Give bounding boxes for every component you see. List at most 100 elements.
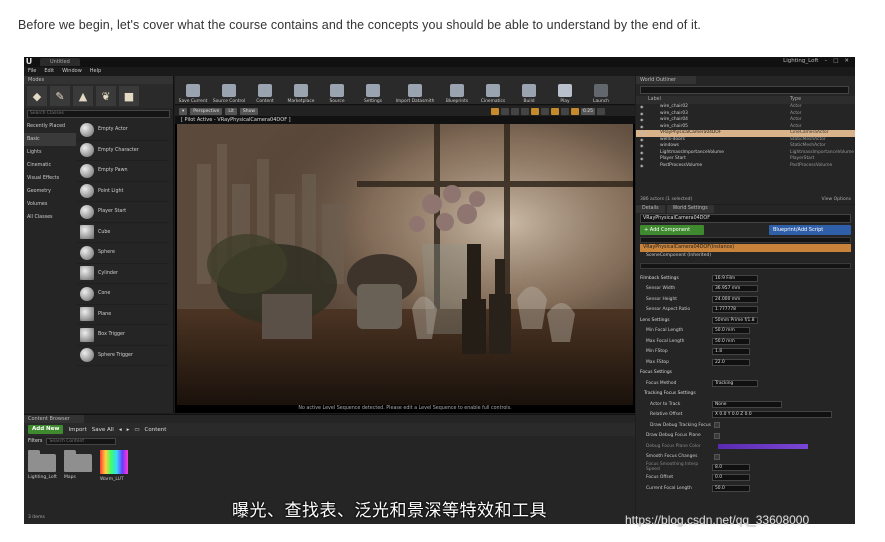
search-classes-input[interactable]: Search Classes — [27, 110, 170, 118]
paint-mode-icon[interactable]: ✎ — [50, 86, 70, 106]
tab-world-settings[interactable]: World Settings — [666, 205, 714, 213]
menu-edit[interactable]: Edit — [44, 67, 54, 76]
scale-snap-icon[interactable] — [570, 107, 579, 115]
outliner-search-input[interactable] — [640, 86, 849, 94]
prop-value[interactable]: 36.957 mm — [712, 285, 758, 293]
checkbox[interactable] — [714, 432, 720, 439]
level-viewport[interactable]: ▾ Perspective Lit Show 0.25 [ Pilot Acti… — [175, 106, 635, 413]
grid-size-icon[interactable] — [540, 107, 549, 115]
list-item[interactable]: Empty Character — [77, 141, 169, 161]
asset-tile[interactable]: Warm_LUT — [100, 450, 130, 482]
list-item[interactable]: Empty Pawn — [77, 161, 169, 182]
prop-value[interactable]: Tracking — [712, 379, 758, 387]
translate-icon[interactable] — [490, 107, 499, 115]
nav-back-icon[interactable]: ◂ — [119, 427, 122, 433]
world-outliner-tab[interactable]: World Outliner — [636, 76, 696, 84]
prop-value[interactable]: 50.0 — [712, 484, 750, 492]
list-item[interactable]: Cylinder — [77, 264, 169, 284]
cinematics-button[interactable]: Cinematics — [475, 76, 511, 105]
component-selected[interactable]: VRayPhysicalCamera04DOF(Instance) — [640, 244, 851, 252]
content-browser-tab[interactable]: Content Browser — [24, 415, 84, 423]
asset-tile[interactable]: Lighting_Loft — [28, 450, 58, 482]
list-item[interactable]: Plane — [77, 305, 169, 325]
category-geometry[interactable]: Geometry — [24, 185, 76, 198]
add-component-button[interactable]: + Add Component — [640, 225, 704, 235]
rotate-icon[interactable] — [500, 107, 509, 115]
perspective-button[interactable]: Perspective — [190, 107, 223, 115]
place-mode-icon[interactable]: ◆ — [27, 86, 47, 106]
close-icon[interactable]: ✕ — [844, 58, 849, 64]
path-content[interactable]: Content — [145, 427, 167, 433]
maximize-viewport-icon[interactable] — [597, 107, 605, 115]
prop-value[interactable]: 1.8 — [712, 348, 750, 356]
prop-value[interactable]: 50.0 mm — [712, 327, 750, 335]
modes-tab[interactable]: Modes — [24, 76, 173, 84]
table-row[interactable]: ◉ PostProcessVolume PostProcessVolume — [636, 163, 855, 170]
category-all-classes[interactable]: All Classes — [24, 211, 76, 224]
grid-snap-icon[interactable] — [530, 107, 539, 115]
category-lights[interactable]: Lights — [24, 146, 76, 159]
show-button[interactable]: Show — [239, 107, 259, 115]
prop-value[interactable]: 0.0 — [712, 474, 750, 482]
view-options-button[interactable]: View Options — [822, 197, 851, 202]
category-cinematic[interactable]: Cinematic — [24, 159, 76, 172]
rendered-scene[interactable] — [177, 124, 633, 405]
color-swatch[interactable] — [718, 443, 808, 449]
component-child[interactable]: SceneComponent (Inherited) — [636, 252, 855, 259]
list-item[interactable]: Sphere — [77, 243, 169, 264]
category-recently-placed[interactable]: Recently Placed — [24, 120, 76, 133]
checkbox[interactable] — [714, 422, 720, 429]
checkbox[interactable] — [714, 453, 720, 460]
component-search-input[interactable] — [640, 237, 851, 243]
launch-button[interactable]: Launch — [583, 76, 619, 105]
prop-value[interactable]: X 0.0 Y 0.0 Z 0.0 — [712, 411, 832, 419]
geometry-mode-icon[interactable]: ■ — [119, 86, 139, 106]
prop-value[interactable]: 50.0 mm — [712, 337, 750, 345]
settings-button[interactable]: Settings — [355, 76, 391, 105]
list-item[interactable]: Sphere Trigger — [77, 346, 169, 366]
prop-value[interactable]: 24.000 mm — [712, 295, 758, 303]
level-tab[interactable]: Untitled — [40, 58, 80, 66]
maximize-icon[interactable]: □ — [833, 58, 838, 64]
list-item[interactable]: Cube — [77, 223, 169, 243]
category-visual-effects[interactable]: Visual Effects — [24, 172, 76, 185]
prop-value[interactable]: 50mm Prime f/1.8 — [712, 316, 758, 324]
category-volumes[interactable]: Volumes — [24, 198, 76, 211]
marketplace-button[interactable]: Marketplace — [283, 76, 319, 105]
menu-file[interactable]: File — [28, 67, 36, 76]
prop-value[interactable]: 16:9 Film — [712, 274, 758, 282]
source-control-button[interactable]: Source Control — [211, 76, 247, 105]
blueprints-button[interactable]: Blueprints — [439, 76, 475, 105]
tab-details[interactable]: Details — [636, 205, 665, 213]
lit-button[interactable]: Lit — [225, 107, 237, 115]
import-button[interactable]: Import — [68, 427, 86, 433]
prop-value[interactable]: 22.0 — [712, 358, 750, 366]
world-icon[interactable] — [520, 107, 529, 115]
minimize-icon[interactable]: – — [824, 58, 827, 64]
property-search-input[interactable] — [640, 263, 851, 269]
menu-window[interactable]: Window — [62, 67, 82, 76]
list-item[interactable]: Box Trigger — [77, 325, 169, 346]
list-item[interactable]: Cone — [77, 284, 169, 305]
landscape-mode-icon[interactable]: ▲ — [73, 86, 93, 106]
save-current-button[interactable]: Save Current — [175, 76, 211, 105]
label-column-header[interactable]: Label — [648, 96, 790, 104]
foliage-mode-icon[interactable]: ❦ — [96, 86, 116, 106]
menu-help[interactable]: Help — [90, 67, 101, 76]
nav-forward-icon[interactable]: ▸ — [127, 427, 130, 433]
blueprint-add-script-button[interactable]: Blueprint/Add Script — [769, 225, 851, 235]
scale-icon[interactable] — [510, 107, 519, 115]
source-button[interactable]: Source — [319, 76, 355, 105]
content-button[interactable]: Content — [247, 76, 283, 105]
asset-tile[interactable]: Maps — [64, 450, 94, 482]
build-button[interactable]: Build — [511, 76, 547, 105]
import-datasmith-button[interactable]: Import Datasmith — [391, 76, 439, 105]
rotation-snap-icon[interactable] — [550, 107, 559, 115]
play-button[interactable]: Play — [547, 76, 583, 105]
list-item[interactable]: Empty Actor — [77, 120, 169, 141]
category-basic[interactable]: Basic — [24, 133, 76, 146]
save-all-button[interactable]: Save All — [92, 427, 114, 433]
filters-button[interactable]: Filters — [28, 439, 42, 444]
camera-speed[interactable]: 0.25 — [580, 107, 595, 115]
list-item[interactable]: Point Light — [77, 182, 169, 202]
